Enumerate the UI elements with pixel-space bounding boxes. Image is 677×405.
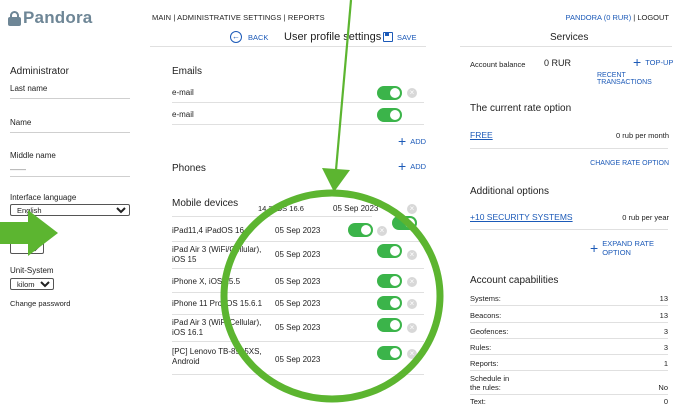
option-price: 0 rub per year [622,213,669,222]
logout-link[interactable]: LOGOUT [637,13,669,22]
account-bar: PANDORA (0 RUR) | LOGOUT [566,13,670,22]
capability-value: 3 [663,343,668,352]
change-rate-option-link[interactable]: CHANGE RATE OPTION [590,160,669,167]
capability-value: No [658,383,668,392]
account-capabilities-heading: Account capabilities [470,275,559,286]
capability-row: Reports: 1 [470,359,668,368]
services-title: Services [550,32,589,43]
capability-row: Schedule in the rules: No [470,374,668,392]
capability-divider [470,370,668,371]
interface-language-label: Interface language [10,193,77,202]
account-balance-label: Account balance [470,60,526,69]
brand-name: Pandora [23,8,93,27]
capability-divider [470,394,668,395]
account-balance-link[interactable]: PANDORA (0 RUR) [566,13,632,22]
annotation-highlight-ellipse [220,0,444,403]
capability-divider [470,305,668,306]
middle-name-value: —— [10,165,26,174]
top-up-button[interactable]: + TOP-UP [633,55,673,69]
name-label: Name [10,118,32,127]
capability-label: Schedule in the rules: [470,374,510,392]
capability-label: Geofences: [470,327,509,336]
expand-rate-option-button[interactable]: + EXPAND RATE OPTION [590,239,677,257]
capability-row: Rules: 3 [470,343,668,352]
middle-name-input[interactable] [10,176,130,177]
capability-label: Systems: [470,294,501,303]
capability-label: Rules: [470,343,492,352]
capability-divider [470,338,668,339]
top-up-label: TOP-UP [645,57,674,67]
capability-label: Text: [470,397,486,405]
account-balance-value: 0 RUR [544,58,572,68]
change-password-link[interactable]: Change password [10,299,70,308]
capability-divider [470,354,668,355]
services-divider [460,46,672,47]
capability-label: Beacons: [470,311,502,320]
plus-icon: + [590,240,599,256]
middle-name-label: Middle name [10,151,56,160]
rate-option-link[interactable]: FREE [470,130,493,140]
capability-row: Systems: 13 [470,294,668,303]
option-divider [470,229,668,230]
pandora-logo[interactable]: Pandora [8,8,92,28]
capability-value: 13 [659,311,668,320]
capability-row: Beacons: 13 [470,311,668,320]
additional-options-heading: Additional options [470,186,549,197]
capability-label: Reports: [470,359,499,368]
unit-system-label: Unit-System [10,266,54,275]
rate-divider [470,148,668,149]
rate-price: 0 rub per month [616,131,669,140]
administrator-heading: Administrator [10,66,69,77]
capability-value: 1 [663,359,668,368]
recent-transactions-link[interactable]: RECENT TRANSACTIONS [597,72,677,86]
current-rate-heading: The current rate option [470,103,572,114]
last-name-input[interactable] [10,98,130,99]
lock-icon [8,10,21,26]
capability-value: 0 [663,397,668,405]
unit-system-select[interactable]: kilometr [10,278,54,290]
plus-icon: + [633,54,642,70]
capability-value: 3 [663,327,668,336]
last-name-label: Last name [10,84,48,93]
name-input[interactable] [10,132,130,133]
capability-divider [470,322,668,323]
annotation-arrow-icon [0,210,58,256]
capability-row: Geofences: 3 [470,327,668,336]
expand-rate-option-label: EXPAND RATE OPTION [602,239,655,257]
capability-row: Text: 0 [470,397,668,405]
capability-value: 13 [659,294,668,303]
security-systems-option-link[interactable]: +10 SECURITY SYSTEMS [470,212,573,222]
